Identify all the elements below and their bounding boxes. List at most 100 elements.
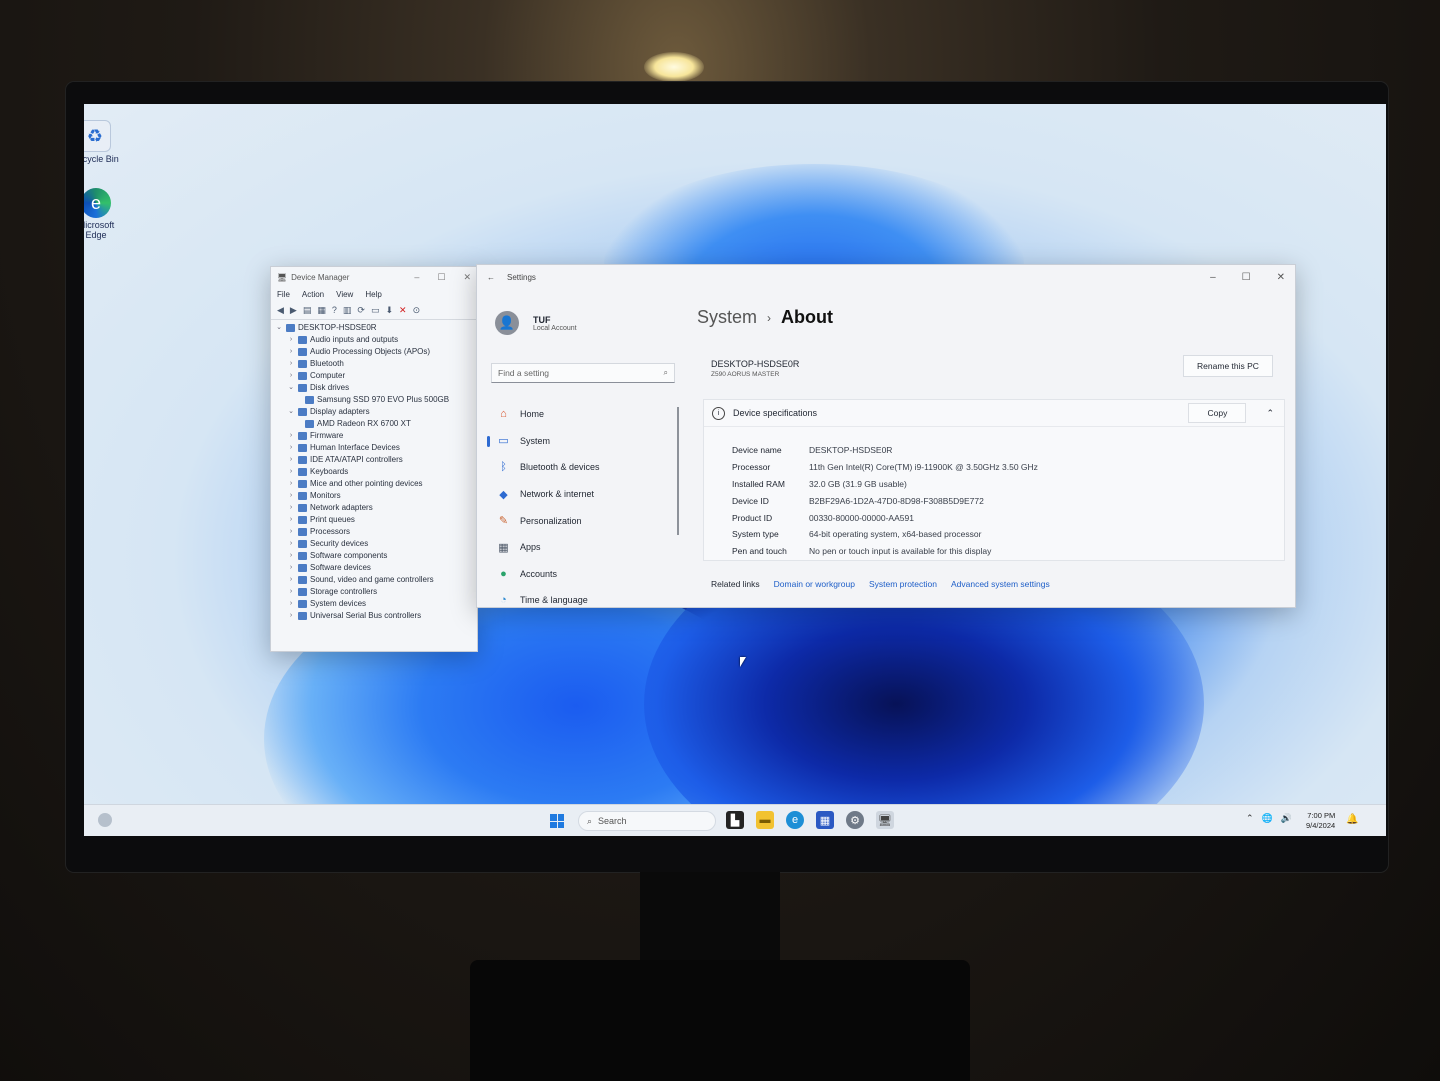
chevron-right-icon[interactable]: › xyxy=(287,466,295,478)
tree-node[interactable]: › Security devices xyxy=(275,538,473,550)
tree-node[interactable]: › IDE ATA/ATAPI controllers xyxy=(275,454,473,466)
tree-node[interactable]: › Audio inputs and outputs xyxy=(275,334,473,346)
nav-item-accounts[interactable]: ● Accounts xyxy=(487,561,673,588)
breadcrumb-parent[interactable]: System xyxy=(697,307,757,328)
clock[interactable]: 7:00 PM 9/4/2024 xyxy=(1306,811,1335,831)
chevron-right-icon[interactable]: › xyxy=(287,550,295,562)
chevron-right-icon[interactable]: › xyxy=(287,586,295,598)
chevron-right-icon[interactable]: › xyxy=(287,346,295,358)
desktop-icon-edge[interactable]: e Microsoft Edge xyxy=(84,188,122,240)
specs-header[interactable]: i Device specifications Copy ⌃ xyxy=(704,400,1284,427)
tree-node[interactable]: › Processors xyxy=(275,526,473,538)
close-icon[interactable]: ✕ xyxy=(1277,272,1285,283)
tree-node[interactable]: ⌄ Disk drives xyxy=(275,382,473,394)
link-domain-workgroup[interactable]: Domain or workgroup xyxy=(774,579,855,589)
store-icon[interactable]: ▦ xyxy=(816,811,834,829)
link-system-protection[interactable]: System protection xyxy=(869,579,937,589)
chevron-down-icon[interactable]: ⌄ xyxy=(275,322,283,334)
chevron-right-icon[interactable]: › xyxy=(287,526,295,538)
tree-node[interactable]: › Mice and other pointing devices xyxy=(275,478,473,490)
nav-item-bluetooth-devices[interactable]: ᛒ Bluetooth & devices xyxy=(487,454,673,481)
taskbar-search[interactable]: ⌕ Search xyxy=(578,811,716,831)
maximize-icon[interactable]: ☐ xyxy=(437,272,445,283)
tree-node[interactable]: › Network adapters xyxy=(275,502,473,514)
title-bar[interactable]: ← Settings – ☐ ✕ xyxy=(477,265,1295,289)
tree-node[interactable]: › Human Interface Devices xyxy=(275,442,473,454)
maximize-icon[interactable]: ☐ xyxy=(1242,272,1251,283)
enable-device-icon[interactable]: ⬇ xyxy=(385,305,393,316)
tree-node[interactable]: › Audio Processing Objects (APOs) xyxy=(275,346,473,358)
tree-node[interactable]: › Computer xyxy=(275,370,473,382)
user-profile[interactable]: 👤 TUF Local Account xyxy=(495,311,577,335)
volume-icon[interactable]: 🔊 xyxy=(1281,813,1292,824)
help-icon[interactable]: ? xyxy=(332,305,337,316)
nav-item-time-language[interactable]: ◔ Time & language xyxy=(487,587,673,614)
desktop-icon-recycle-bin[interactable]: ♻ Recycle Bin xyxy=(84,120,121,164)
minimize-icon[interactable]: – xyxy=(414,272,419,283)
rename-pc-button[interactable]: Rename this PC xyxy=(1183,355,1273,377)
back-arrow-icon[interactable]: ← xyxy=(487,273,495,282)
chevron-right-icon[interactable]: › xyxy=(287,358,295,370)
chevron-down-icon[interactable]: ⌄ xyxy=(287,382,295,394)
nav-item-personalization[interactable]: ✎ Personalization xyxy=(487,507,673,534)
back-icon[interactable]: ◀ xyxy=(277,305,284,316)
nav-item-network-internet[interactable]: ◆ Network & internet xyxy=(487,481,673,508)
menu-action[interactable]: Action xyxy=(302,290,324,299)
tree-node[interactable]: › Software components xyxy=(275,550,473,562)
minimize-icon[interactable]: – xyxy=(1210,272,1216,283)
chevron-up-icon[interactable]: ⌃ xyxy=(1246,813,1254,824)
chevron-right-icon[interactable]: › xyxy=(287,574,295,586)
scan-hardware-icon[interactable]: ⟳ xyxy=(357,305,365,316)
tree-node[interactable]: Samsung SSD 970 EVO Plus 500GB xyxy=(275,394,473,406)
device-manager-window[interactable]: 🖥 Device Manager – ☐ ✕ File Action View … xyxy=(270,266,478,652)
chevron-right-icon[interactable]: › xyxy=(287,478,295,490)
nav-item-home[interactable]: ⌂ Home xyxy=(487,401,673,428)
chevron-right-icon[interactable]: › xyxy=(287,514,295,526)
update-driver-icon[interactable]: ▦ xyxy=(317,305,326,316)
view-icon[interactable]: ▥ xyxy=(343,305,352,316)
link-advanced-system-settings[interactable]: Advanced system settings xyxy=(951,579,1050,589)
tree-node[interactable]: › Monitors xyxy=(275,490,473,502)
file-explorer-icon[interactable]: ▬ xyxy=(756,811,774,829)
title-bar[interactable]: 🖥 Device Manager – ☐ ✕ xyxy=(271,267,477,287)
tree-node[interactable]: ⌄ Display adapters xyxy=(275,406,473,418)
notification-icon[interactable]: 🔔 xyxy=(1346,814,1358,825)
properties-icon[interactable]: ▤ xyxy=(303,305,312,316)
chevron-right-icon[interactable]: › xyxy=(287,610,295,622)
tree-node[interactable]: ⌄ DESKTOP-HSDSE0R xyxy=(275,322,473,334)
tree-node[interactable]: › Firmware xyxy=(275,430,473,442)
tree-node[interactable]: › System devices xyxy=(275,598,473,610)
start-button[interactable] xyxy=(550,814,564,828)
tree-node[interactable]: › Keyboards xyxy=(275,466,473,478)
chevron-right-icon[interactable]: › xyxy=(287,598,295,610)
device-manager-taskbar-icon[interactable]: 🖥 xyxy=(876,811,894,829)
chevron-right-icon[interactable]: › xyxy=(287,490,295,502)
disable-icon[interactable]: ⊙ xyxy=(413,305,421,316)
chevron-right-icon[interactable]: › xyxy=(287,502,295,514)
menu-view[interactable]: View xyxy=(336,290,353,299)
chevron-right-icon[interactable]: › xyxy=(287,334,295,346)
globe-icon[interactable]: 🌐 xyxy=(1262,813,1273,824)
chevron-right-icon[interactable]: › xyxy=(287,370,295,382)
settings-window[interactable]: ← Settings – ☐ ✕ 👤 TUF Local Account Fin… xyxy=(476,264,1296,608)
chevron-right-icon[interactable]: › xyxy=(287,538,295,550)
uninstall-icon[interactable]: ✕ xyxy=(399,305,407,316)
settings-gear-icon[interactable]: ⚙ xyxy=(846,811,864,829)
tree-node[interactable]: › Sound, video and game controllers xyxy=(275,574,473,586)
settings-search-input[interactable]: Find a setting ⌕ xyxy=(491,363,675,383)
tree-node[interactable]: › Print queues xyxy=(275,514,473,526)
monitor-icon[interactable]: ▭ xyxy=(371,305,380,316)
chevron-up-icon[interactable]: ⌃ xyxy=(1266,408,1274,419)
forward-icon[interactable]: ▶ xyxy=(290,305,297,316)
edge-icon[interactable]: e xyxy=(786,811,804,829)
menu-help[interactable]: Help xyxy=(365,290,381,299)
close-icon[interactable]: ✕ xyxy=(463,272,471,283)
menu-file[interactable]: File xyxy=(277,290,290,299)
tree-node[interactable]: › Storage controllers xyxy=(275,586,473,598)
chevron-right-icon[interactable]: › xyxy=(287,442,295,454)
tree-node[interactable]: AMD Radeon RX 6700 XT xyxy=(275,418,473,430)
tree-node[interactable]: › Bluetooth xyxy=(275,358,473,370)
tree-node[interactable]: › Software devices xyxy=(275,562,473,574)
chevron-right-icon[interactable]: › xyxy=(287,430,295,442)
copy-button[interactable]: Copy xyxy=(1188,403,1247,423)
